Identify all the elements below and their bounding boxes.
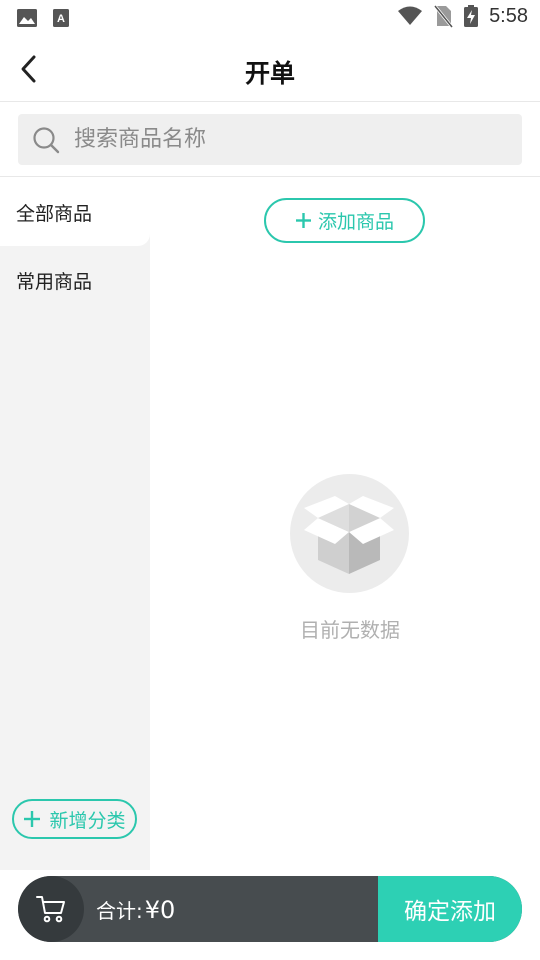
sidebar-item-label: 常用商品 <box>16 270 93 293</box>
status-time: 5:58 <box>489 4 528 27</box>
sidebar-item-all-goods[interactable]: 全部商品 <box>0 178 150 246</box>
total-amount: 合计: ¥0 <box>96 895 175 924</box>
add-goods-button[interactable]: 添加商品 <box>264 198 425 243</box>
goods-content: 添加商品 目前无数据 <box>150 178 540 870</box>
page-title: 开单 <box>244 59 295 88</box>
a-text-icon: A <box>53 9 69 27</box>
empty-state-text: 目前无数据 <box>300 618 400 642</box>
battery-charging-icon <box>464 5 479 27</box>
wifi-icon <box>398 6 423 25</box>
status-right-icons: 5:58 <box>397 4 528 28</box>
empty-box-icon <box>290 474 409 593</box>
search-input[interactable] <box>74 127 474 152</box>
image-icon <box>17 9 37 27</box>
status-left-icons: A <box>16 8 70 28</box>
checkout-bar: 合计: ¥0 确定添加 <box>18 876 522 942</box>
svg-text:A: A <box>57 13 65 25</box>
add-goods-label: 添加商品 <box>317 211 394 233</box>
add-category-label: 新增分类 <box>49 809 126 832</box>
search-section <box>0 102 540 177</box>
status-bar: A 5:58 <box>0 0 540 36</box>
category-sidebar: 全部商品 常用商品 新增分类 <box>0 178 150 870</box>
no-sim-icon <box>433 5 454 28</box>
total-label: 合计: <box>96 899 143 923</box>
search-icon <box>33 126 60 153</box>
header: 开单 <box>0 36 540 102</box>
confirm-add-label: 确定添加 <box>404 899 496 925</box>
add-category-button[interactable]: 新增分类 <box>12 799 137 839</box>
cart-button[interactable] <box>18 876 84 942</box>
confirm-add-button[interactable]: 确定添加 <box>378 876 522 942</box>
search-box[interactable] <box>18 114 522 165</box>
cart-icon <box>36 896 65 923</box>
plus-icon <box>24 811 41 827</box>
sidebar-item-label: 全部商品 <box>16 202 93 225</box>
bottom-area: 合计: ¥0 确定添加 <box>0 870 540 960</box>
total-value: ¥0 <box>144 896 176 924</box>
plus-icon <box>295 213 311 228</box>
sidebar-item-common-goods[interactable]: 常用商品 <box>0 246 150 314</box>
